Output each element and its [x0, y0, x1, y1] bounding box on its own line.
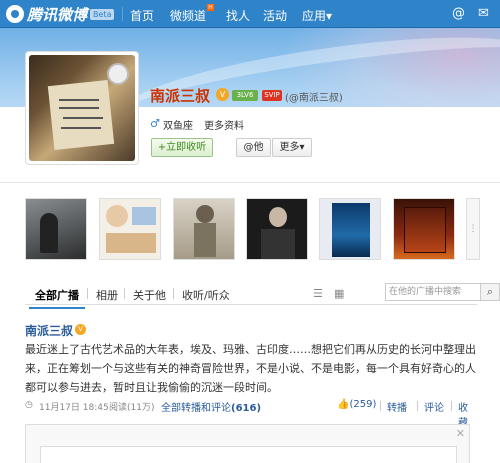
post-date[interactable]: 11月17日 18:45: [39, 400, 109, 413]
nav-apps-label: 应用: [302, 9, 327, 23]
portrait-face: [269, 207, 287, 227]
portrait-body: [261, 229, 295, 259]
comment-button[interactable]: 评论: [424, 399, 444, 414]
book-cover: [404, 207, 446, 253]
photo-thumbnail[interactable]: [99, 198, 161, 260]
level-badge[interactable]: 3LV6: [232, 90, 258, 101]
meta-divider: [417, 401, 418, 411]
book-cover: [332, 203, 370, 257]
tab-album[interactable]: 相册: [96, 287, 118, 303]
nav-home[interactable]: 首页: [130, 7, 154, 24]
figure-body: [194, 223, 216, 257]
photo-thumbnail[interactable]: [246, 198, 308, 260]
avatar-image: [29, 55, 135, 161]
photo-thumbnail[interactable]: [25, 198, 87, 260]
zodiac-sign: 双鱼座: [163, 121, 193, 132]
nav-channel[interactable]: 微频道 H: [170, 4, 215, 24]
nav-apps[interactable]: 应用▾: [302, 7, 332, 24]
figure-head: [196, 205, 214, 223]
avatar-cup: [107, 63, 129, 85]
repost-button[interactable]: 转播: [387, 399, 407, 414]
all-reposts-label: 全部转播和评论: [161, 403, 231, 414]
chevron-down-icon: ▾: [326, 9, 333, 23]
list-view-icon[interactable]: ☰: [313, 287, 323, 300]
section-divider: [0, 182, 500, 183]
post-author[interactable]: 南派三叔: [25, 322, 73, 339]
photo-thumbnail[interactable]: [319, 198, 381, 260]
thumbs-up-icon: 👍: [337, 399, 350, 410]
mention-button[interactable]: @他: [236, 138, 271, 157]
vip-badge[interactable]: SVIP: [262, 90, 282, 101]
logo[interactable]: 腾讯微博 Beta: [6, 4, 115, 24]
tab-divider: [173, 288, 174, 299]
meta-divider: [451, 401, 452, 411]
post-meta: ◷ 11月17日 18:45 阅读(11万) 全部转播和评论(616) 👍(25…: [25, 399, 477, 429]
feed-search-input[interactable]: 在他的广播中搜索: [385, 283, 481, 301]
photo-thumbnail[interactable]: [393, 198, 455, 260]
nav-events[interactable]: 活动: [263, 7, 287, 24]
more-info-link[interactable]: 更多资料: [204, 117, 244, 132]
search-icon[interactable]: ⌕: [480, 283, 500, 301]
tab-divider: [124, 288, 125, 299]
at-icon[interactable]: @: [452, 6, 465, 21]
photo-thumbnail[interactable]: [173, 198, 235, 260]
comment-panel: ✕: [25, 424, 470, 463]
feed-tabs: 全部广播 相册 关于他 收听/听众 ☰ ▦ 在他的广播中搜索 ⌕: [25, 281, 500, 309]
mail-icon[interactable]: ✉: [478, 6, 489, 21]
nav-divider: [122, 7, 123, 21]
all-reposts-link[interactable]: 全部转播和评论(616): [161, 399, 261, 414]
like-button[interactable]: 👍(259): [337, 399, 376, 410]
photo-shadow-figure: [40, 213, 58, 253]
gallery-more-button[interactable]: ⋮: [466, 198, 480, 260]
comic-face: [106, 205, 128, 227]
close-icon[interactable]: ✕: [456, 427, 465, 440]
clock-icon: ◷: [25, 400, 33, 410]
logo-text: 腾讯微博: [27, 5, 88, 24]
tab-followers[interactable]: 收听/听众: [182, 287, 230, 303]
tencent-logo-icon: [6, 5, 24, 23]
follow-button[interactable]: +立即收听: [151, 138, 213, 157]
top-nav: 腾讯微博 Beta 首页 微频道 H 找人 活动 应用▾ @ ✉: [0, 0, 500, 28]
like-count: (259): [349, 399, 377, 410]
post-body: 最近迷上了古代艺术品的大年表，埃及、玛雅、古印度……想把它们再从历史的长河中整理…: [25, 343, 476, 394]
tab-all-broadcasts[interactable]: 全部广播: [29, 287, 85, 309]
male-icon: ♂: [150, 117, 160, 130]
comic-panel: [106, 233, 156, 253]
tab-divider: [87, 288, 88, 299]
avatar[interactable]: [25, 51, 139, 165]
avatar-paper: [47, 80, 115, 150]
avatar-writing: [59, 99, 99, 101]
more-button[interactable]: 更多▾: [272, 138, 312, 157]
profile-handle: (@南派三叔): [285, 93, 343, 104]
tab-about[interactable]: 关于他: [133, 287, 166, 303]
comment-input[interactable]: [40, 446, 457, 463]
grid-view-icon[interactable]: ▦: [334, 287, 344, 300]
beta-badge: Beta: [90, 8, 115, 20]
verified-icon: V: [216, 88, 229, 101]
nav-channel-label: 微频道: [170, 9, 207, 23]
meta-divider: [380, 401, 381, 411]
all-reposts-count: (616): [231, 403, 262, 414]
verified-icon: V: [75, 324, 86, 335]
nav-find-people[interactable]: 找人: [226, 7, 250, 24]
read-count: 阅读(11万): [109, 403, 155, 413]
hot-badge: H: [207, 4, 215, 11]
profile-name: 南派三叔: [150, 87, 211, 105]
comic-panel: [132, 207, 156, 225]
